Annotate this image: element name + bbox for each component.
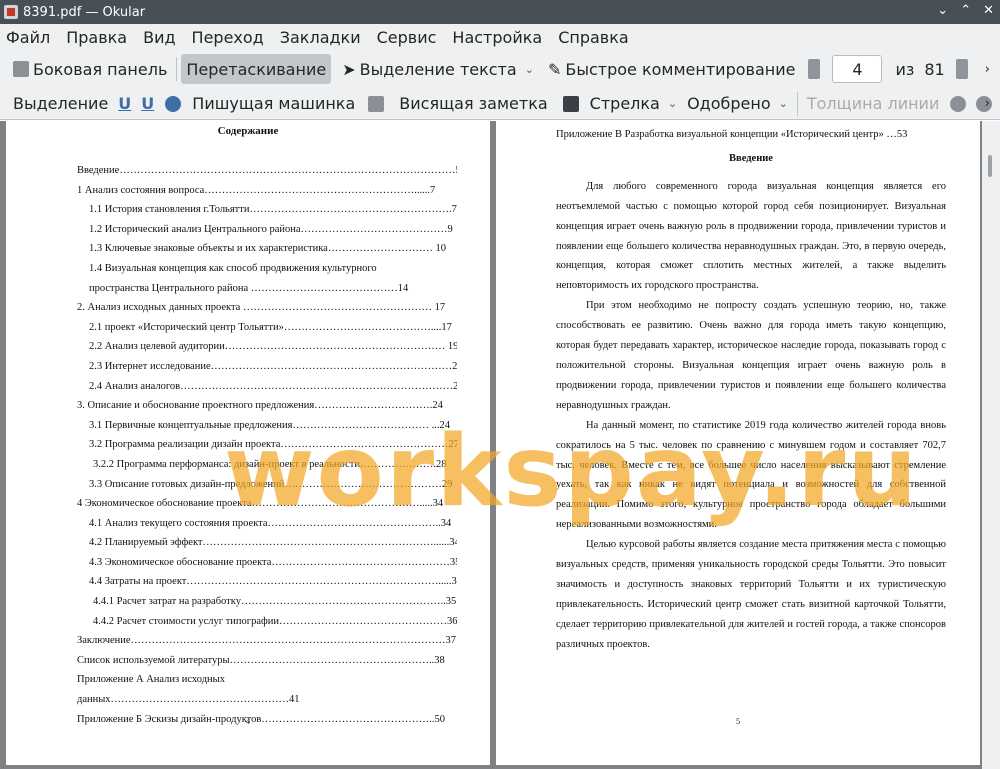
window-title: 8391.pdf — Okular xyxy=(23,4,146,20)
toc-entry: 2.4 Анализ аналогов………………………………………………………… xyxy=(89,380,457,392)
page-number-input[interactable]: 4 xyxy=(832,55,883,83)
sidebar-icon xyxy=(13,61,29,77)
toolbar-separator xyxy=(176,57,178,81)
toc-entry: 1.1 История становления г.Тольятти………………… xyxy=(89,204,457,216)
sticky-note-label: Висящая заметка xyxy=(399,94,548,113)
stamp-button[interactable]: Одобрено ⌄ xyxy=(682,89,793,119)
toc-entry: 2.3 Интернет исследование………………………………………… xyxy=(89,360,457,372)
menu-help[interactable]: Справка xyxy=(558,28,629,47)
toc-title: Содержание xyxy=(217,125,279,137)
toc-entry: 4.4.2 Расчет стоимости услуг типографии…… xyxy=(93,615,457,627)
annotbar-overflow-icon[interactable]: › xyxy=(985,96,990,111)
paragraph: При этом необходимо не попросту создать … xyxy=(556,300,946,411)
note-icon xyxy=(368,95,385,112)
close-button[interactable]: ✕ xyxy=(983,3,994,18)
menu-file[interactable]: Файл xyxy=(6,28,50,47)
window-titlebar: 8391.pdf — Okular ⌄ ⌃ ✕ xyxy=(0,0,1000,24)
menu-settings[interactable]: Настройка xyxy=(452,28,542,47)
toc-entry: 4.4 Затраты на проект…………………………………………………… xyxy=(89,576,457,588)
page-total-label: 81 xyxy=(924,59,945,79)
previous-page-button[interactable] xyxy=(808,59,821,79)
toc-entry: Приложение А Анализ исходных xyxy=(77,674,225,686)
arrow-tool-icon xyxy=(562,95,579,112)
chevron-down-icon[interactable]: ⌄ xyxy=(525,63,534,76)
toolbar-separator xyxy=(796,91,798,116)
highlighter-label: Выделение xyxy=(13,94,109,113)
page-number-value: 4 xyxy=(852,59,863,79)
sidebar-button-label: Боковая панель xyxy=(33,59,168,79)
menu-go[interactable]: Переход xyxy=(192,28,264,47)
appendix-line: Приложение В Разработка визуальной конце… xyxy=(556,129,908,140)
browse-tool-button[interactable]: Перетаскивание xyxy=(181,54,332,84)
vertical-scrollbar[interactable] xyxy=(982,121,1000,769)
watermark: workspay.ru xyxy=(224,415,920,529)
color-icon[interactable] xyxy=(950,95,967,112)
typewriter-button[interactable]: Пишущая машинка xyxy=(187,89,360,119)
chevron-down-icon[interactable]: ⌄ xyxy=(779,97,788,110)
squiggle-icon[interactable]: U xyxy=(136,89,159,119)
paragraph: Для любого современного города визуальна… xyxy=(556,180,946,292)
typewriter-label: Пишущая машинка xyxy=(192,94,356,113)
scrollbar-thumb[interactable] xyxy=(988,155,992,177)
chevron-down-icon[interactable]: ⌄ xyxy=(668,97,677,110)
section-heading: Введение xyxy=(729,152,773,164)
page-of-label: из xyxy=(895,59,915,79)
paragraph: Целью курсовой работы является создание … xyxy=(556,539,946,650)
minimize-button[interactable]: ⌄ xyxy=(937,3,948,18)
annotation-toolbar: Выделение U U Пишущая машинка Висящая за… xyxy=(0,88,1000,120)
underline-icon[interactable]: U xyxy=(113,89,136,119)
sticky-note-button[interactable]: Висящая заметка xyxy=(394,89,552,119)
toc-entry: пространства Центрального района …………………… xyxy=(89,282,409,294)
toc-entry: 4.4.1 Расчет затрат на разработку…………………… xyxy=(93,596,457,608)
page-number: 5 xyxy=(736,717,740,726)
toc-entry: 1.4 Визуальная концепция как способ прод… xyxy=(89,262,377,274)
toc-entry: Список используемой литературы…………………………… xyxy=(77,654,445,666)
sidebar-button[interactable]: Боковая панель xyxy=(8,54,172,84)
menu-view[interactable]: Вид xyxy=(143,28,175,47)
text-select-tool-label: Выделение текста xyxy=(359,59,517,79)
toc-entry: 1 Анализ состояния вопроса……………………………………… xyxy=(77,184,436,196)
toc-entry: 2.2 Анализ целевой аудитории………………………………… xyxy=(89,341,457,353)
next-page-button[interactable] xyxy=(955,59,968,79)
highlighter-button[interactable]: Выделение xyxy=(8,89,113,119)
toc-entry: 3. Описание и обоснование проектного пре… xyxy=(77,400,443,412)
document-viewer[interactable]: Содержание Введение………………………………………………………… xyxy=(0,121,1000,769)
line-width-button[interactable]: Толщина линии xyxy=(802,89,945,119)
quick-annotations-button[interactable]: ✎ Быстрое комментирование xyxy=(543,54,801,84)
toc-entry: Заключение………………………………………………………………………………… xyxy=(77,635,457,647)
arrow-button[interactable]: Стрелка ⌄ xyxy=(585,89,682,119)
toc-entry: 2. Анализ исходных данных проекта ………………… xyxy=(77,302,446,314)
toc-entry: 1.3 Ключевые знаковые объекты и их харак… xyxy=(89,243,446,255)
stamp-label: Одобрено xyxy=(687,94,771,113)
menu-edit[interactable]: Правка xyxy=(66,28,127,47)
menu-tools[interactable]: Сервис xyxy=(377,28,437,47)
window-controls: ⌄ ⌃ ✕ xyxy=(937,3,994,18)
arrow-label: Стрелка xyxy=(589,94,660,113)
toc-entry: 1.2 Исторический анализ Центрального рай… xyxy=(89,223,453,235)
menu-bar: Файл Правка Вид Переход Закладки Сервис … xyxy=(0,24,1000,50)
strikeout-icon[interactable] xyxy=(165,95,182,112)
toc-entry: данных……………………………………………41 xyxy=(77,694,300,706)
toc-entry: 2.1 проект «Исторический центр Тольятти»… xyxy=(89,321,452,333)
toolbar-overflow-icon[interactable]: › xyxy=(985,62,990,77)
main-toolbar: Боковая панель Перетаскивание ➤ Выделени… xyxy=(0,50,1000,88)
cursor-icon: ➤ xyxy=(342,59,356,79)
pen-icon: ✎ xyxy=(547,59,562,79)
toc-entry: Введение……………………………………………………………………………………… xyxy=(77,165,457,176)
text-select-tool-button[interactable]: ➤ Выделение текста ⌄ xyxy=(337,54,539,84)
page-5-text: Приложение В Разработка визуальной конце… xyxy=(556,125,946,655)
page-number: 4 xyxy=(246,717,250,726)
line-width-label: Толщина линии xyxy=(806,94,940,113)
app-icon xyxy=(4,5,18,19)
quick-annotations-label: Быстрое комментирование xyxy=(565,59,796,79)
toc-entry: 4.2 Планируемый эффект………………………………………………… xyxy=(89,537,457,549)
toc-entry: 4.3 Экономическое обоснование проекта………… xyxy=(89,556,457,568)
browse-tool-label: Перетаскивание xyxy=(186,59,327,79)
menu-bookmarks[interactable]: Закладки xyxy=(280,28,361,47)
maximize-button[interactable]: ⌃ xyxy=(960,3,971,18)
